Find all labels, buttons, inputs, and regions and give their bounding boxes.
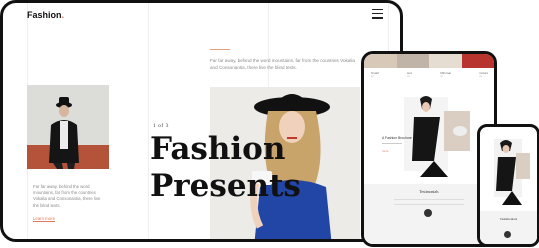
hero-title-line1: Fashion bbox=[150, 131, 286, 167]
category-item[interactable]: Colors xx bbox=[479, 71, 488, 79]
hamburger-menu-icon[interactable] bbox=[372, 9, 383, 19]
avatar bbox=[424, 209, 432, 217]
intro-paragraph: Far far away, behind the word mountains,… bbox=[210, 58, 355, 70]
tablet-category-row: Small xx Hot xx Minimal xx Colors xx bbox=[371, 71, 488, 79]
avatar bbox=[504, 231, 511, 238]
testimonial-text-placeholder bbox=[394, 199, 464, 205]
brand-name: Fashion bbox=[27, 10, 62, 20]
grid-line bbox=[148, 3, 149, 239]
hero-title-line2: Presents bbox=[150, 168, 301, 204]
tablet-feature-title: A Fashion Brochure bbox=[382, 136, 412, 140]
category-item[interactable]: Hot xx bbox=[407, 71, 412, 79]
feature-paragraph: Far far away, behind the word mountains,… bbox=[33, 184, 101, 208]
tablet-photo-strip bbox=[364, 54, 494, 68]
brand-logo[interactable]: Fashion. bbox=[27, 10, 64, 20]
tablet-testimonials-heading: Testimonials bbox=[419, 190, 439, 194]
phone-feature-image bbox=[480, 135, 537, 211]
accent-line bbox=[210, 49, 230, 50]
phone-testimonials-heading: Testimonials bbox=[499, 217, 518, 221]
hero-title: Fashion Presents bbox=[150, 131, 301, 205]
brand-dot: . bbox=[61, 10, 65, 20]
model-photo-man bbox=[27, 85, 109, 169]
tablet-more-link[interactable]: more bbox=[382, 149, 388, 153]
category-item[interactable]: Minimal xx bbox=[440, 71, 450, 79]
phone-device-frame: Testimonials bbox=[477, 124, 539, 247]
desktop-screen: Fashion. Far far away, behind the word m… bbox=[3, 3, 400, 239]
desktop-device-frame: Fashion. Far far away, behind the word m… bbox=[0, 0, 403, 242]
tablet-feature-image bbox=[364, 91, 494, 179]
slide-counter: 1 of 3 bbox=[153, 123, 169, 129]
learn-more-link[interactable]: Learn more bbox=[33, 216, 55, 221]
divider bbox=[382, 143, 402, 144]
category-item[interactable]: Small xx bbox=[371, 71, 379, 79]
